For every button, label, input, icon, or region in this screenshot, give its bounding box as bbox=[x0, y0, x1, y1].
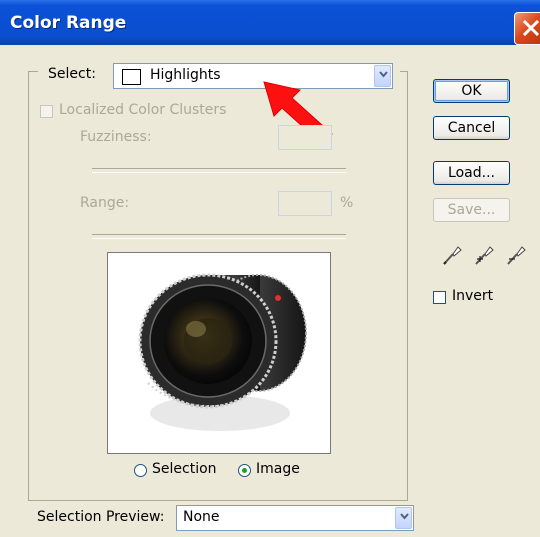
selection-radio-label: Selection bbox=[152, 461, 217, 477]
localized-color-clusters-checkbox[interactable] bbox=[40, 105, 53, 118]
radio-selected-dot bbox=[242, 468, 247, 473]
title-bar[interactable]: Color Range bbox=[0, 0, 540, 45]
select-dropdown[interactable]: Highlights bbox=[113, 63, 393, 89]
eyedropper-add-icon[interactable] bbox=[473, 243, 495, 267]
selection-preview-arrow-button[interactable] bbox=[395, 507, 412, 529]
range-label: Range: bbox=[80, 195, 130, 211]
close-button[interactable] bbox=[514, 12, 540, 45]
lens-image bbox=[138, 273, 307, 431]
fuzziness-label: Fuzziness: bbox=[80, 129, 152, 145]
window-title: Color Range bbox=[10, 13, 127, 33]
invert-checkbox[interactable] bbox=[433, 291, 446, 304]
selection-preview-label: Selection Preview: bbox=[37, 509, 165, 525]
selection-preview-dropdown[interactable]: None bbox=[176, 505, 414, 531]
localized-color-clusters-label: Localized Color Clusters bbox=[59, 102, 227, 118]
range-field[interactable] bbox=[278, 191, 332, 216]
image-radio-label: Image bbox=[256, 461, 300, 477]
image-preview bbox=[107, 252, 331, 454]
select-value: Highlights bbox=[150, 67, 221, 83]
save-button[interactable]: Save... bbox=[433, 198, 510, 222]
chevron-down-icon bbox=[379, 71, 388, 78]
close-icon bbox=[522, 19, 540, 37]
chevron-down-icon bbox=[400, 513, 409, 520]
dropdown-arrow-button[interactable] bbox=[374, 65, 391, 87]
cancel-button[interactable]: Cancel bbox=[433, 116, 510, 140]
selection-preview-value: None bbox=[183, 509, 220, 525]
range-unit: % bbox=[340, 195, 354, 211]
eyedropper-subtract-icon[interactable] bbox=[505, 243, 527, 267]
selection-radio[interactable] bbox=[134, 464, 147, 477]
eyedropper-icon[interactable] bbox=[441, 243, 463, 267]
color-swatch bbox=[122, 69, 141, 85]
image-radio[interactable] bbox=[238, 464, 251, 477]
select-row: Select: Highlights bbox=[38, 62, 400, 90]
fuzziness-field[interactable] bbox=[278, 125, 332, 150]
color-range-dialog: Color Range Select: Highlights Localized… bbox=[0, 0, 540, 537]
load-button[interactable]: Load... bbox=[433, 161, 510, 185]
ok-button[interactable]: OK bbox=[433, 79, 510, 103]
select-label: Select: bbox=[48, 66, 96, 82]
invert-label: Invert bbox=[452, 288, 494, 304]
fuzziness-slider[interactable] bbox=[92, 168, 346, 173]
range-slider[interactable] bbox=[92, 234, 346, 239]
